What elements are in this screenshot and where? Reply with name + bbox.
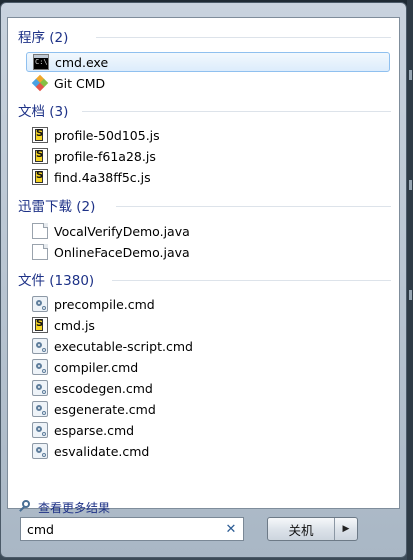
group-divider xyxy=(96,37,391,38)
result-item-cmd-exe[interactable]: cmd.exe xyxy=(26,52,390,72)
group-divider xyxy=(116,206,391,207)
cmd-script-icon xyxy=(32,338,48,354)
result-item-label: cmd.exe xyxy=(55,54,109,70)
result-item-label: cmd.js xyxy=(54,317,95,333)
shutdown-label[interactable]: 关机 xyxy=(268,518,334,540)
search-icon xyxy=(18,500,32,514)
js-file-icon xyxy=(32,317,48,333)
result-item-compiler-cmd[interactable]: compiler.cmd xyxy=(26,357,390,377)
see-more-results-link[interactable]: 查看更多结果 xyxy=(18,497,110,517)
result-item-label: escodegen.cmd xyxy=(54,380,153,396)
result-item-escodegen-cmd[interactable]: escodegen.cmd xyxy=(26,378,390,398)
start-menu-search-popup: 程序 (2) cmd.exe Git CMD 文档 (3) profile-50… xyxy=(0,2,407,558)
cmd-script-icon xyxy=(32,359,48,375)
result-item-cmd-js[interactable]: cmd.js xyxy=(26,315,390,335)
result-item-label: compiler.cmd xyxy=(54,359,139,375)
result-item-vocalverifydemo[interactable]: VocalVerifyDemo.java xyxy=(26,221,390,241)
close-icon[interactable]: ✕ xyxy=(223,522,239,537)
see-more-label: 查看更多结果 xyxy=(38,500,111,515)
cmd-script-icon xyxy=(32,422,48,438)
desktop-edge xyxy=(407,0,413,560)
result-item-label: profile-f61a28.js xyxy=(54,148,156,164)
result-item-precompile-cmd[interactable]: precompile.cmd xyxy=(26,294,390,314)
result-item-esgenerate-cmd[interactable]: esgenerate.cmd xyxy=(26,399,390,419)
desktop-edge-mark xyxy=(409,290,412,300)
result-item-profile-f61a28[interactable]: profile-f61a28.js xyxy=(26,146,390,166)
result-item-label: VocalVerifyDemo.java xyxy=(54,223,190,239)
cmd-script-icon xyxy=(32,380,48,396)
desktop-edge-mark xyxy=(409,180,412,190)
result-item-find-4a38ff5c[interactable]: find.4a38ff5c.js xyxy=(26,167,390,187)
result-item-esvalidate-cmd[interactable]: esvalidate.cmd xyxy=(26,441,390,461)
group-header-thunder-downloads: 迅雷下载 (2) xyxy=(18,199,96,215)
desktop-edge-mark xyxy=(409,70,412,80)
git-icon xyxy=(31,74,49,92)
cmd-script-icon xyxy=(32,296,48,312)
js-file-icon xyxy=(32,127,48,143)
shutdown-button[interactable]: 关机 ▶ xyxy=(267,517,358,541)
search-input[interactable] xyxy=(21,519,223,539)
result-item-profile-50d105[interactable]: profile-50d105.js xyxy=(26,125,390,145)
group-divider xyxy=(82,111,391,112)
file-icon xyxy=(32,223,48,239)
js-file-icon xyxy=(32,169,48,185)
result-item-label: profile-50d105.js xyxy=(54,127,160,143)
result-item-label: esgenerate.cmd xyxy=(54,401,156,417)
result-item-onlinefacedemo[interactable]: OnlineFaceDemo.java xyxy=(26,242,390,262)
group-header-programs: 程序 (2) xyxy=(18,30,69,46)
result-item-label: esvalidate.cmd xyxy=(54,443,150,459)
result-item-esparse-cmd[interactable]: esparse.cmd xyxy=(26,420,390,440)
group-header-documents: 文档 (3) xyxy=(18,104,69,120)
group-divider xyxy=(112,280,391,281)
cmd-icon xyxy=(33,54,49,70)
js-file-icon xyxy=(32,148,48,164)
chevron-right-icon[interactable]: ▶ xyxy=(335,518,357,540)
file-icon xyxy=(32,244,48,260)
result-item-label: executable-script.cmd xyxy=(54,338,193,354)
search-box[interactable]: ✕ xyxy=(20,517,244,541)
result-item-label: find.4a38ff5c.js xyxy=(54,169,151,185)
result-item-label: esparse.cmd xyxy=(54,422,135,438)
result-item-label: OnlineFaceDemo.java xyxy=(54,244,190,260)
result-item-executable-script-cmd[interactable]: executable-script.cmd xyxy=(26,336,390,356)
cmd-script-icon xyxy=(32,443,48,459)
group-header-files: 文件 (1380) xyxy=(18,273,95,289)
cmd-script-icon xyxy=(32,401,48,417)
search-results-panel: 程序 (2) cmd.exe Git CMD 文档 (3) profile-50… xyxy=(7,17,400,515)
result-item-git-cmd[interactable]: Git CMD xyxy=(26,73,390,93)
result-item-label: precompile.cmd xyxy=(54,296,155,312)
result-item-label: Git CMD xyxy=(54,75,106,91)
